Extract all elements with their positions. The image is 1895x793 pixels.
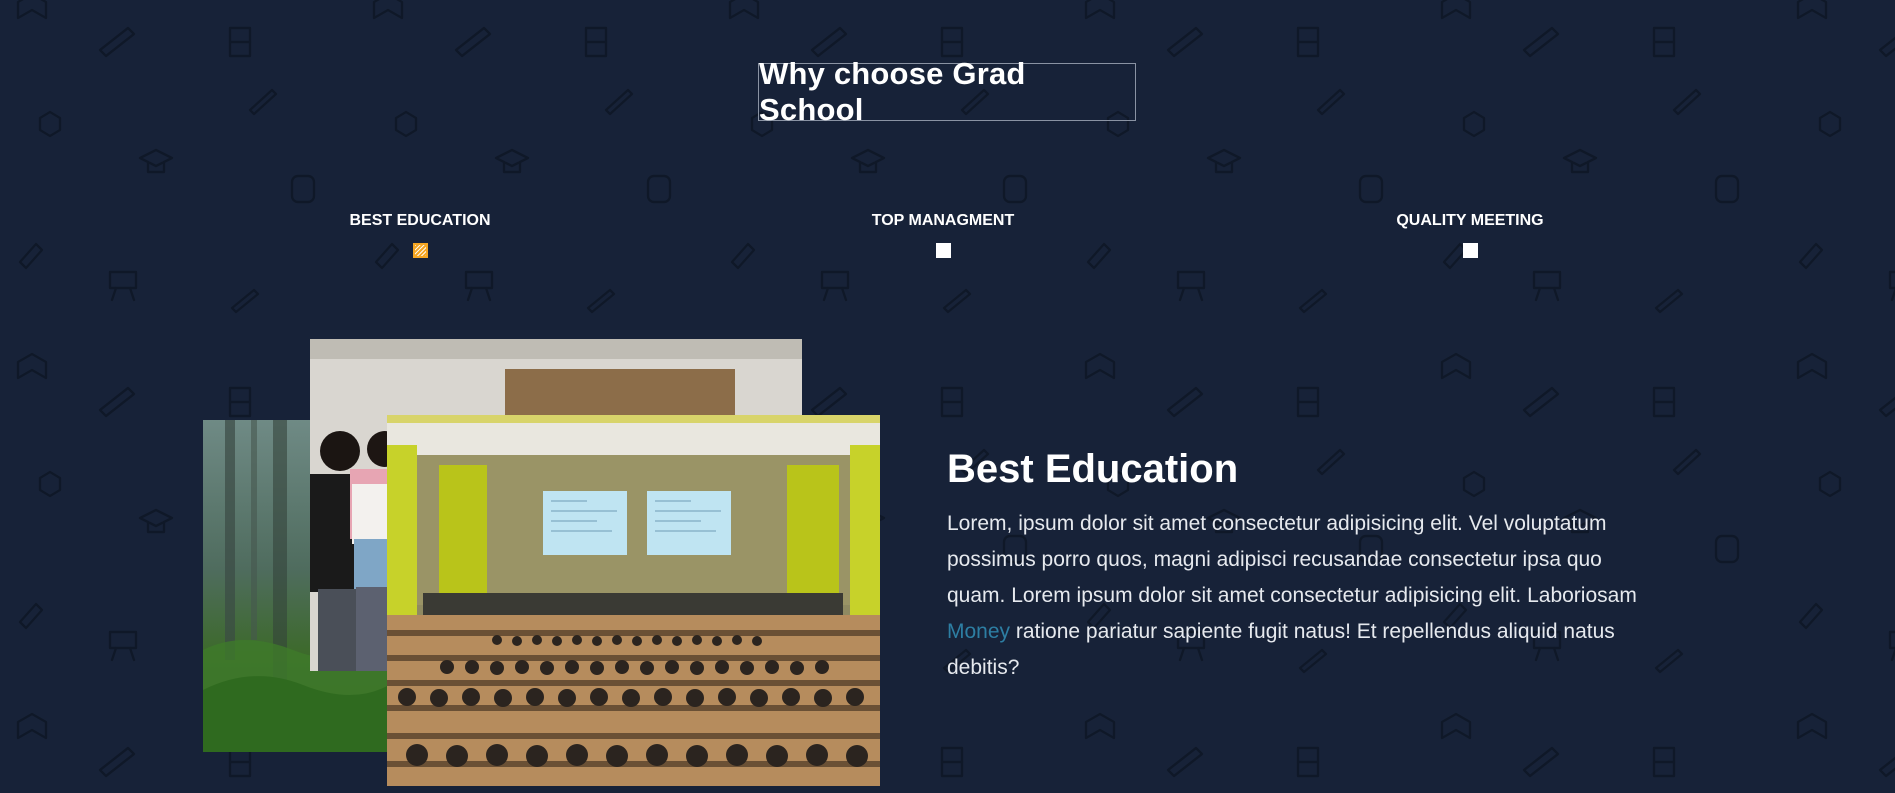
- tab-best-education[interactable]: BEST EDUCATION: [290, 212, 550, 258]
- content-text: Lorem, ipsum dolor sit amet consectetur …: [947, 506, 1642, 686]
- tab-active-marker: [412, 243, 428, 258]
- tab-label: TOP MANAGMENT: [871, 212, 1015, 229]
- section-title-box: Why choose Grad School: [758, 56, 1136, 127]
- tab-label: QUALITY MEETING: [1396, 212, 1544, 229]
- content-text-part: ratione pariatur sapiente fugit natus! E…: [947, 620, 1615, 679]
- tab-quality-meeting[interactable]: QUALITY MEETING: [1340, 212, 1600, 258]
- tab-marker: [935, 243, 951, 258]
- lecture-hall-photo: [387, 415, 880, 786]
- section-title: Why choose Grad School: [759, 56, 1026, 127]
- content-text-part: Lorem, ipsum dolor sit amet consectetur …: [947, 512, 1637, 607]
- money-link[interactable]: Money: [947, 620, 1010, 643]
- tab-top-managment[interactable]: TOP MANAGMENT: [813, 212, 1073, 258]
- tab-marker: [1462, 243, 1478, 258]
- content-title: Best Education: [947, 447, 1239, 491]
- tab-label: BEST EDUCATION: [349, 212, 491, 229]
